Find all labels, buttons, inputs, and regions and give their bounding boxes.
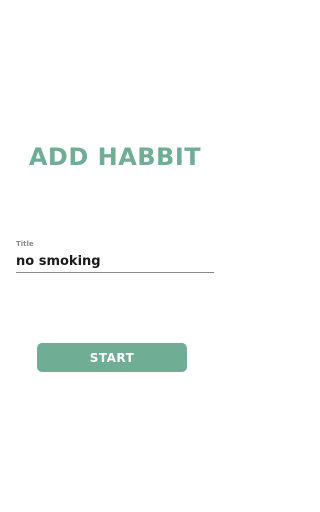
title-input[interactable] — [16, 249, 214, 273]
title-label: Title — [16, 240, 34, 248]
start-button[interactable]: START — [37, 343, 187, 372]
title-field: Title — [16, 239, 214, 273]
add-habit-screen: ADD HABBIT Title START — [0, 0, 230, 512]
page-title: ADD HABBIT — [28, 143, 202, 171]
